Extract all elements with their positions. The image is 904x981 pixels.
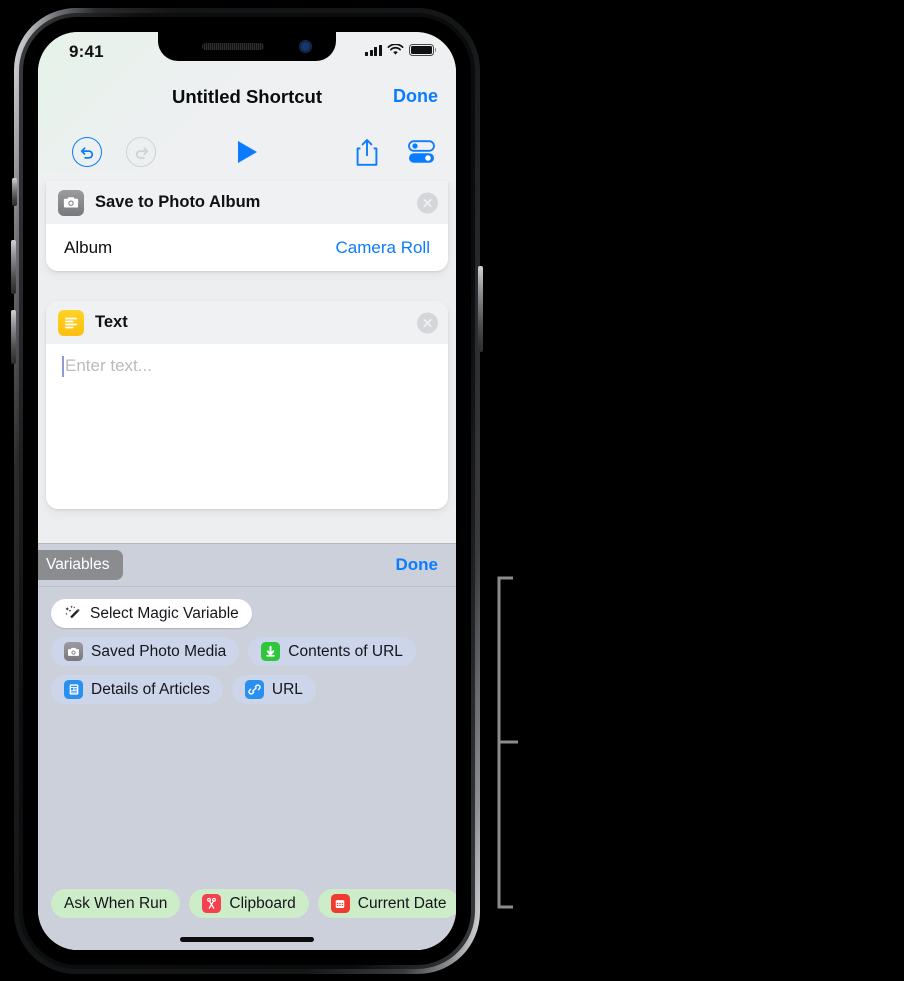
select-magic-variable-button[interactable]: Select Magic Variable — [51, 599, 252, 628]
variables-panel[interactable]: Variables Done Select Magic Variable Sav… — [38, 543, 456, 950]
power-button[interactable] — [478, 266, 483, 352]
nav-done-button[interactable]: Done — [393, 86, 438, 107]
variable-chip-ask-when-run[interactable]: Ask When Run — [51, 889, 181, 918]
camera-icon — [64, 642, 83, 661]
earpiece-speaker-icon — [202, 43, 264, 50]
phone-screen: 9:41 Untitled Shortcut Done Save to Phot… — [38, 32, 456, 950]
wifi-icon — [387, 44, 404, 55]
chip-label: Details of Articles — [91, 680, 210, 698]
chip-label: Contents of URL — [288, 642, 403, 660]
variable-chip-contents-of-url[interactable]: Contents of URL — [248, 637, 416, 666]
action-card-header[interactable]: Text — [46, 301, 448, 344]
iphone-device-frame: 9:41 Untitled Shortcut Done Save to Phot… — [11, 8, 483, 974]
scissors-icon — [202, 894, 222, 913]
text-placeholder: Enter text... — [65, 356, 152, 375]
special-variable-chips-row: Ask When Run Clipboard Current Date — [38, 889, 456, 918]
silent-switch[interactable] — [12, 178, 17, 206]
close-icon — [423, 198, 432, 207]
parameter-label: Album — [64, 237, 113, 257]
variables-content: Select Magic Variable Saved Photo Media — [38, 587, 456, 950]
card-spacer — [38, 271, 456, 301]
battery-icon — [409, 44, 437, 56]
share-icon — [356, 138, 378, 166]
variable-chips-row-2: Details of Articles URL — [38, 675, 456, 704]
parameter-value[interactable]: Camera Roll — [336, 238, 430, 258]
calendar-icon — [330, 894, 350, 913]
settings-toggles-icon — [407, 140, 435, 163]
chip-label: Ask When Run — [64, 894, 168, 912]
parameter-row-album[interactable]: Album Camera Roll — [46, 224, 448, 271]
close-icon — [423, 318, 432, 327]
volume-up-button[interactable] — [11, 240, 16, 294]
action-card-text[interactable]: Text Enter text... — [46, 301, 448, 509]
variable-chip-clipboard[interactable]: Clipboard — [189, 889, 309, 918]
variable-chips-row-1: Saved Photo Media Contents of URL — [38, 637, 456, 666]
front-camera-icon — [299, 40, 312, 53]
volume-down-button[interactable] — [11, 310, 16, 364]
variable-chip-url[interactable]: URL — [231, 675, 316, 704]
magic-chip-label: Select Magic Variable — [90, 604, 239, 622]
chip-label: Saved Photo Media — [91, 642, 227, 660]
chip-label: Clipboard — [229, 894, 296, 912]
text-input-field[interactable]: Enter text... — [46, 344, 448, 509]
remove-action-button[interactable] — [417, 192, 438, 213]
chip-label: URL — [271, 680, 303, 698]
remove-action-button[interactable] — [417, 312, 438, 333]
editor-toolbar — [38, 123, 456, 181]
action-title: Text — [95, 313, 128, 331]
action-title: Save to Photo Album — [95, 193, 261, 211]
magic-wand-icon — [64, 604, 83, 623]
magic-variable-row: Select Magic Variable — [38, 599, 456, 628]
variable-chip-details-of-articles[interactable]: Details of Articles — [51, 675, 223, 704]
variable-chip-saved-photo-media[interactable]: Saved Photo Media — [51, 637, 240, 666]
download-arrow-icon — [261, 642, 281, 661]
play-icon — [237, 141, 257, 163]
home-indicator[interactable] — [180, 937, 314, 942]
variables-toolbar: Variables Done — [38, 544, 456, 587]
navigation-bar: Untitled Shortcut Done — [38, 74, 456, 123]
status-time: 9:41 — [69, 42, 104, 61]
variable-chip-current-date[interactable]: Current Date — [317, 889, 456, 918]
link-icon — [244, 680, 264, 699]
chip-label: Current Date — [357, 894, 447, 912]
share-button[interactable] — [340, 123, 394, 181]
action-card-save-to-photo-album[interactable]: Save to Photo Album Album Camera Roll — [46, 181, 448, 271]
camera-icon — [58, 189, 84, 216]
variables-tab[interactable]: Variables — [38, 550, 124, 580]
variables-tab-label: Variables — [46, 556, 110, 573]
settings-button[interactable] — [394, 123, 448, 181]
text-cursor — [62, 356, 64, 377]
device-notch — [158, 32, 336, 61]
cellular-bars-icon — [365, 44, 382, 56]
article-icon — [64, 680, 83, 699]
variables-done-button[interactable]: Done — [396, 555, 439, 575]
annotation-bracket — [497, 576, 518, 909]
text-lines-icon — [58, 309, 84, 336]
status-indicators — [365, 44, 437, 56]
action-card-header[interactable]: Save to Photo Album — [46, 181, 448, 224]
